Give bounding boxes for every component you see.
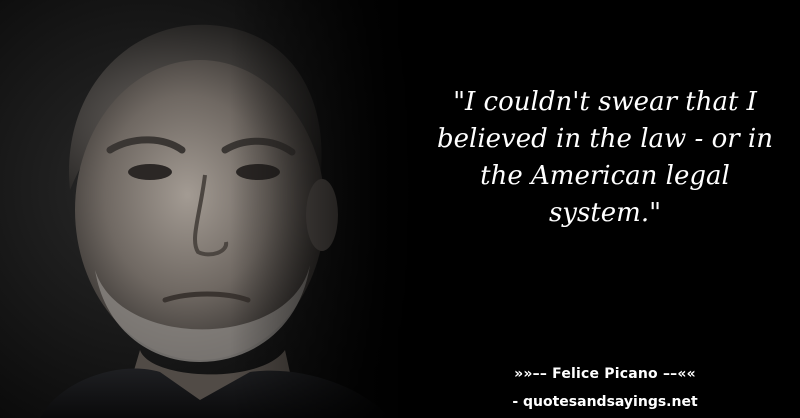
source-link[interactable]: - quotesandsayings.net [430, 394, 780, 410]
quote-card: "I couldn't swear that I believed in the… [0, 0, 800, 418]
author-portrait [0, 0, 420, 418]
quote-text: "I couldn't swear that I believed in the… [437, 87, 773, 228]
author-attribution: »»–– Felice Picano ––«« [514, 366, 696, 382]
